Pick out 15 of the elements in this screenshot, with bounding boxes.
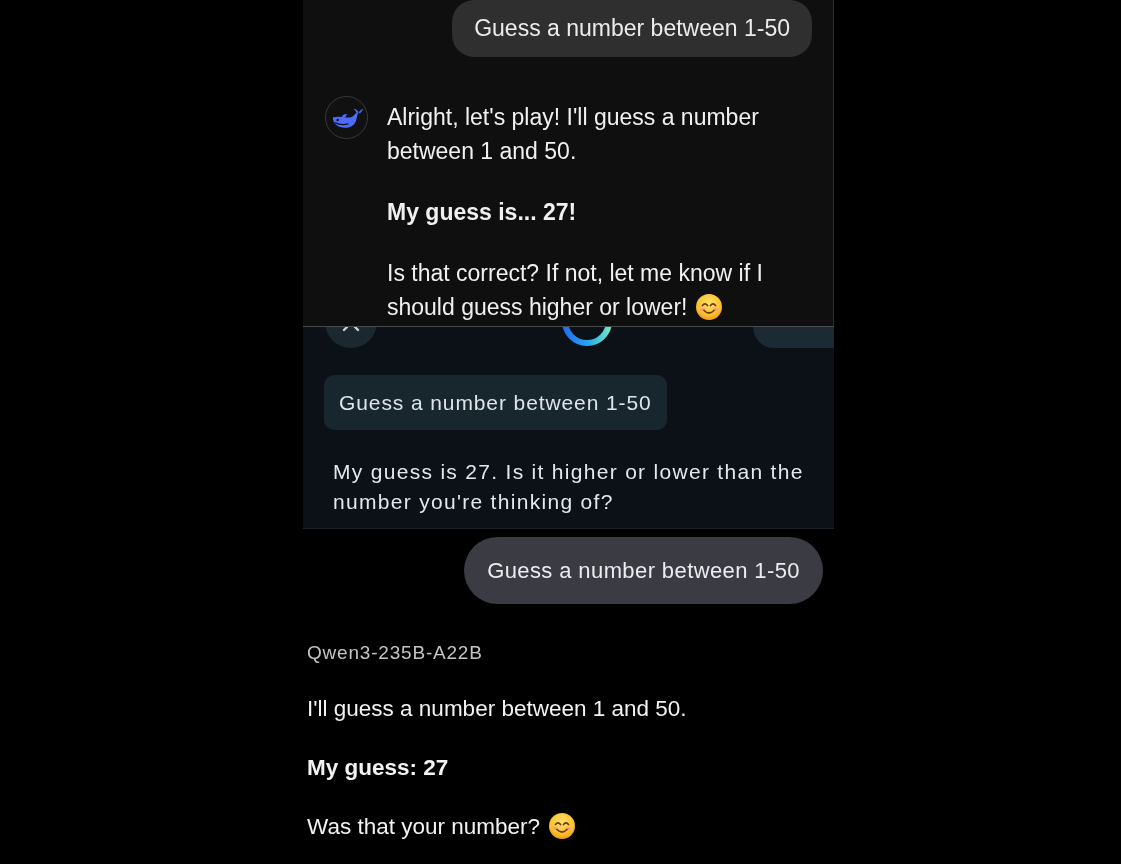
reply-text: Is that correct? If not, let me know if I should guess higher or lower! bbox=[387, 260, 763, 320]
reply-text: Alright, let's play! I'll guess a number between 1 and 50. bbox=[387, 104, 759, 164]
reply-text: I'll guess a number between 1 and 50. bbox=[307, 696, 687, 721]
model-name: Qwen3-235B-A22B bbox=[307, 641, 483, 665]
reply-text: My guess is 27. Is it higher or lower than the number you're thinking of? bbox=[333, 460, 804, 513]
reply-text: My guess is... 27! bbox=[387, 199, 577, 225]
reply-text: Was that your number? bbox=[307, 814, 541, 839]
user-message: Guess a number between 1-50 bbox=[452, 0, 812, 57]
user-message: Guess a number between 1-50 bbox=[464, 537, 823, 604]
whale-avatar-icon bbox=[325, 96, 368, 139]
spinner-icon bbox=[562, 327, 612, 346]
user-message: Guess a number between 1-50 bbox=[324, 375, 667, 430]
reply-text: My guess: 27 bbox=[307, 755, 449, 780]
close-button[interactable] bbox=[325, 327, 377, 348]
close-icon bbox=[342, 327, 360, 332]
